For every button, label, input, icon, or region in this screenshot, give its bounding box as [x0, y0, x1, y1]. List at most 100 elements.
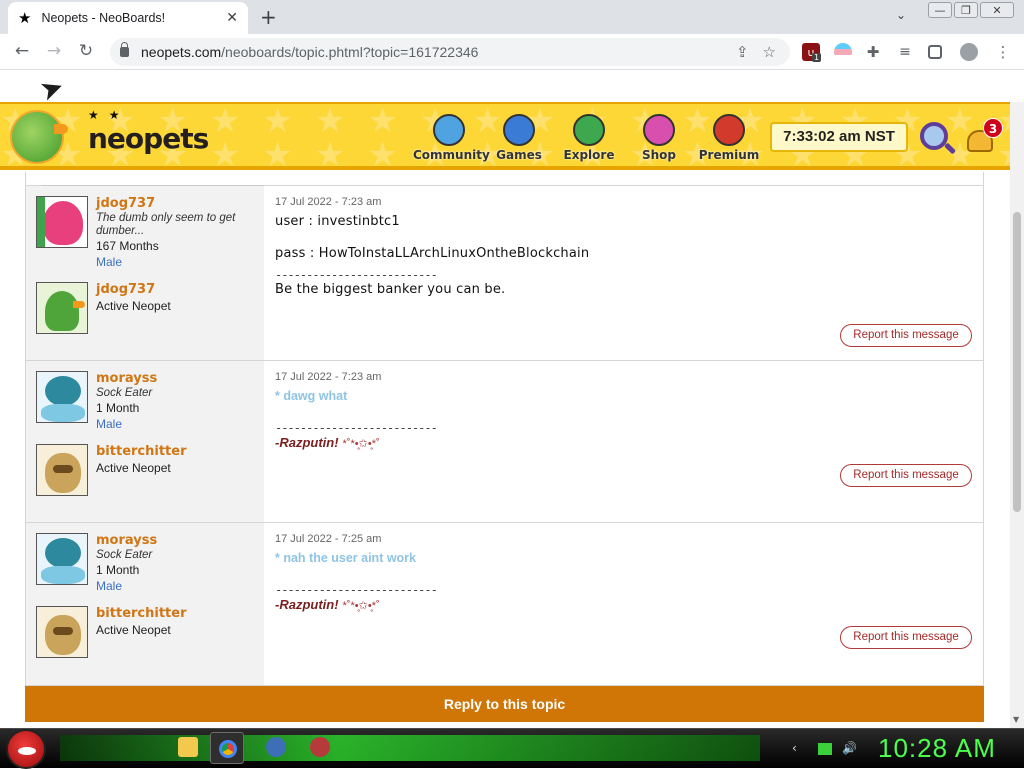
start-button-icon[interactable] [6, 729, 46, 769]
close-window-icon[interactable]: ✕ [980, 2, 1014, 18]
neopets-logo[interactable]: ★★ neopets [88, 108, 209, 155]
post-body: 17 Jul 2022 - 7:25 am * nah the user ain… [264, 523, 983, 685]
post-body: 17 Jul 2022 - 7:23 am * dawg what ------… [264, 361, 983, 522]
browser-menu-icon[interactable]: ⋮ [994, 43, 1012, 61]
username-link[interactable]: jdog737 [96, 196, 246, 212]
close-tab-icon[interactable]: ✕ [226, 10, 238, 26]
scrollbar-thumb[interactable] [1013, 212, 1021, 512]
report-message-button[interactable]: Report this message [840, 464, 972, 487]
games-icon [503, 114, 535, 146]
user-avatar[interactable] [36, 196, 88, 248]
post-author-panel: morayss Sock Eater 1 Month Male bitterch… [26, 523, 264, 685]
taskbar-glow [60, 735, 760, 761]
nav-shop-label: Shop [641, 148, 677, 162]
chrome-taskbar-icon[interactable] [210, 732, 244, 764]
user-avatar[interactable] [36, 371, 88, 423]
post-quote: * dawg what [275, 389, 348, 403]
username-link[interactable]: morayss [96, 533, 246, 549]
extensions-puzzle-icon[interactable]: ✚ [864, 43, 882, 61]
post-date: 17 Jul 2022 - 7:23 am [275, 196, 382, 208]
reload-icon[interactable]: ↻ [75, 41, 97, 61]
ublock-extension-icon[interactable]: u1 [802, 43, 822, 62]
report-message-button[interactable]: Report this message [840, 324, 972, 347]
previous-post-edge [26, 172, 983, 187]
tab-search-chevron-icon[interactable]: ⌄ [896, 8, 906, 22]
notifications-bell-icon[interactable]: 3 [965, 118, 1003, 154]
post-signature: -Razputin! *˚*•̥✩•̥*˚ [275, 597, 380, 612]
share-icon[interactable]: ⇪ [736, 43, 749, 61]
file-explorer-icon[interactable] [178, 737, 198, 757]
tray-chevron-icon[interactable]: ‹ [792, 741, 797, 755]
tab-title: Neopets - NeoBoards! [41, 11, 166, 25]
pet-avatar[interactable] [36, 444, 88, 496]
url-text: neopets.com/neoboards/topic.phtml?topic=… [141, 44, 479, 60]
user-gender: Male [96, 417, 123, 431]
explore-icon [573, 114, 605, 146]
browser-tab[interactable]: ★ Neopets - NeoBoards! ✕ [8, 2, 248, 34]
user-gender: Male [96, 255, 123, 269]
restore-window-icon[interactable]: ❐ [954, 2, 978, 18]
post-quote: * nah the user aint work [275, 551, 417, 565]
address-bar[interactable]: neopets.com/neoboards/topic.phtml?topic=… [110, 38, 790, 66]
pet-avatar[interactable] [36, 282, 88, 334]
neopets-header: ★★★★★★★★★★★★★★★★★★★★★★★★★★★★★★★★★★★★★★★★… [0, 102, 1010, 170]
minimize-window-icon[interactable]: — [928, 2, 952, 18]
network-icon[interactable] [818, 743, 832, 755]
post-item: morayss Sock Eater 1 Month Male bitterch… [26, 361, 983, 523]
nav-games[interactable]: Games [483, 114, 555, 162]
volume-icon[interactable]: 🔊 [842, 741, 857, 755]
nav-community[interactable]: Community [413, 114, 490, 162]
signature-separator: -------------------------- [275, 421, 438, 435]
shop-icon [643, 114, 675, 146]
notification-count-badge: 3 [983, 118, 1003, 138]
pet-avatar[interactable] [36, 606, 88, 658]
topic-posts: jdog737 The dumb only seem to get dumber… [25, 172, 984, 686]
nav-premium-label: Premium [698, 148, 760, 162]
signature-separator: -------------------------- [275, 583, 438, 597]
user-avatar[interactable] [36, 533, 88, 585]
nav-explore-label: Explore [563, 148, 615, 162]
back-arrow-icon[interactable]: ← [11, 41, 33, 61]
pet-name-link[interactable]: bitterchitter [96, 606, 187, 622]
post-item: jdog737 The dumb only seem to get dumber… [26, 186, 983, 361]
profile-avatar-icon[interactable] [960, 43, 978, 61]
premium-icon [713, 114, 745, 146]
nav-premium[interactable]: Premium [693, 114, 765, 162]
nav-explore[interactable]: Explore [553, 114, 625, 162]
favicon-star-icon: ★ [18, 9, 32, 27]
post-signature: Be the biggest banker you can be. [275, 282, 506, 297]
search-icon[interactable] [920, 122, 948, 150]
report-message-button[interactable]: Report this message [840, 626, 972, 649]
user-gender: Male [96, 579, 123, 593]
media-app-icon[interactable] [266, 737, 286, 757]
post-date: 17 Jul 2022 - 7:25 am [275, 533, 382, 545]
lock-icon[interactable] [120, 42, 129, 57]
pet-name-link[interactable]: bitterchitter [96, 444, 187, 460]
user-title: Sock Eater [96, 387, 153, 399]
bookmark-star-icon[interactable]: ☆ [763, 43, 776, 61]
page-scrollbar[interactable]: ▼ [1010, 102, 1024, 728]
user-title: The dumb only seem to get dumber... [96, 212, 236, 237]
post-item: morayss Sock Eater 1 Month Male bitterch… [26, 523, 983, 686]
pet-name-link[interactable]: jdog737 [96, 282, 171, 298]
scroll-down-arrow-icon[interactable]: ▼ [1013, 715, 1019, 724]
nav-games-label: Games [496, 148, 542, 162]
taskbar-clock[interactable]: 10:28 AM [878, 733, 996, 764]
neopets-clock: 7:33:02 am NST [770, 122, 908, 152]
nav-community-label: Community [413, 148, 490, 162]
side-panel-icon[interactable] [928, 45, 942, 59]
user-months: 1 Month [96, 563, 140, 577]
reply-to-topic-button[interactable]: Reply to this topic [25, 686, 984, 722]
username-link[interactable]: morayss [96, 371, 246, 387]
post-text-line: user : investinbtc1 [275, 214, 400, 229]
user-title: Sock Eater [96, 549, 153, 561]
post-author-panel: jdog737 The dumb only seem to get dumber… [26, 186, 264, 360]
forward-arrow-icon[interactable]: → [43, 41, 65, 61]
angry-birds-app-icon[interactable] [310, 737, 330, 757]
user-months: 167 Months [96, 239, 159, 253]
media-control-icon[interactable]: ≡ [896, 43, 914, 61]
neopets-mascot-icon[interactable] [10, 110, 68, 164]
new-tab-icon[interactable]: + [260, 5, 277, 29]
flag-extension-icon[interactable] [834, 43, 852, 61]
nav-shop[interactable]: Shop [623, 114, 695, 162]
